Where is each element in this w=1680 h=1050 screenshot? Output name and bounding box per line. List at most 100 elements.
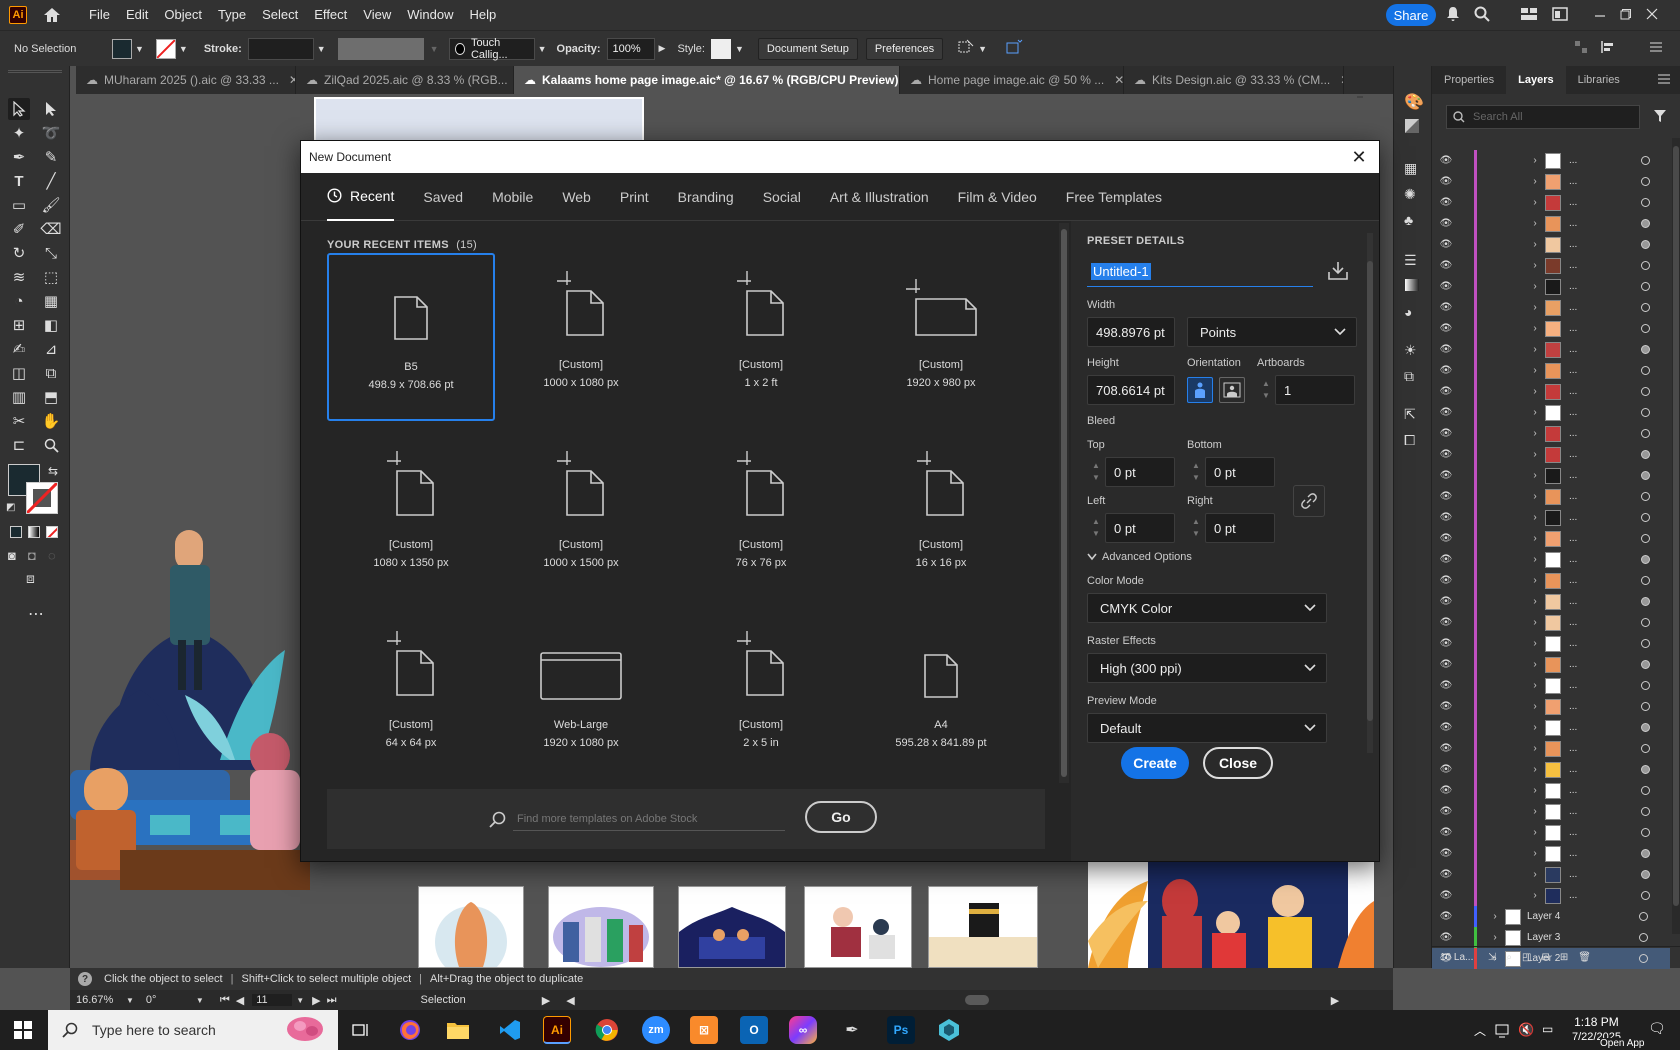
stroke-color-box[interactable]: [26, 482, 58, 514]
target-circle-icon[interactable]: [1641, 366, 1650, 375]
expand-arrow-icon[interactable]: ›: [1525, 428, 1545, 439]
document-tab[interactable]: ☁ ZilQad 2025.aic @ 8.33 % (RGB...✕: [296, 66, 514, 94]
rectangle-tool-icon[interactable]: ▭: [8, 194, 30, 216]
scrollbar-thumb[interactable]: [1061, 229, 1067, 777]
sublayer-row[interactable]: 👁 ›...: [1432, 318, 1670, 339]
draw-inside-icon[interactable]: ◌: [48, 548, 56, 563]
color-mode-icon[interactable]: [10, 526, 22, 538]
target-circle-icon[interactable]: [1639, 933, 1648, 942]
workspace-icon[interactable]: [1552, 6, 1568, 24]
free-transform-tool-icon[interactable]: ⬚: [40, 266, 62, 288]
variable-width-profile[interactable]: [337, 37, 424, 60]
sublayer-row[interactable]: 👁 ›...: [1432, 801, 1670, 822]
expand-arrow-icon[interactable]: ›: [1485, 911, 1505, 922]
chevron-down-icon[interactable]: ▼: [978, 44, 987, 54]
expand-arrow-icon[interactable]: ›: [1525, 617, 1545, 628]
minimize-icon[interactable]: [1594, 8, 1606, 23]
visibility-eye-icon[interactable]: 👁: [1432, 743, 1460, 754]
recent-preset-item[interactable]: [Custom] 64 x 64 px: [327, 613, 495, 781]
recent-preset-item[interactable]: Web-Large 1920 x 1080 px: [497, 613, 665, 781]
creative-cloud-icon[interactable]: ∞: [789, 1016, 817, 1044]
visibility-eye-icon[interactable]: 👁: [1432, 365, 1460, 376]
vpn-app-icon[interactable]: [935, 1016, 963, 1044]
expand-arrow-icon[interactable]: ›: [1525, 281, 1545, 292]
layer-name[interactable]: ...: [1569, 470, 1615, 481]
visibility-eye-icon[interactable]: 👁: [1432, 323, 1460, 334]
sublayer-row[interactable]: 👁 ›...: [1432, 507, 1670, 528]
visibility-eye-icon[interactable]: 👁: [1432, 281, 1460, 292]
new-sublayer-icon[interactable]: ⊟: [1541, 952, 1549, 963]
next-artboard-icon[interactable]: ▶: [312, 994, 320, 1007]
template-search-input[interactable]: Find more templates on Adobe Stock: [513, 807, 785, 831]
target-circle-icon[interactable]: [1641, 303, 1650, 312]
expand-arrow-icon[interactable]: ›: [1525, 386, 1545, 397]
tray-chevron-icon[interactable]: ︿: [1474, 1022, 1486, 1039]
tab-social[interactable]: Social: [763, 173, 801, 221]
bleed-bottom-input[interactable]: 0 pt: [1205, 457, 1275, 487]
sublayer-row[interactable]: 👁 ›...: [1432, 738, 1670, 759]
sublayer-row[interactable]: 👁 ›...: [1432, 549, 1670, 570]
expand-arrow-icon[interactable]: ›: [1525, 764, 1545, 775]
target-circle-icon[interactable]: [1641, 471, 1650, 480]
width-tool-icon[interactable]: ≋: [8, 266, 30, 288]
locate-object-icon[interactable]: ⌕: [1506, 952, 1512, 963]
visibility-eye-icon[interactable]: 👁: [1432, 386, 1460, 397]
layer-name[interactable]: ...: [1569, 512, 1615, 523]
layer-name[interactable]: ...: [1569, 428, 1615, 439]
sublayer-row[interactable]: 👁 ›...: [1432, 402, 1670, 423]
expand-arrow-icon[interactable]: ›: [1525, 806, 1545, 817]
slice-tool-icon[interactable]: ✂: [8, 410, 30, 432]
mesh-tool-icon[interactable]: ⊞: [8, 314, 30, 336]
tab-recent[interactable]: Recent: [327, 173, 395, 221]
units-select[interactable]: Points: [1187, 317, 1357, 347]
preferences-button[interactable]: Preferences: [865, 37, 944, 60]
share-button[interactable]: Share: [1386, 4, 1436, 26]
graphic-styles-icon[interactable]: ⧉: [1404, 368, 1414, 385]
color-mode-select[interactable]: CMYK Color: [1087, 593, 1327, 623]
layer-name[interactable]: ...: [1569, 638, 1615, 649]
layer-name[interactable]: ...: [1569, 554, 1615, 565]
layer-name[interactable]: ...: [1569, 197, 1615, 208]
visibility-eye-icon[interactable]: 👁: [1432, 722, 1460, 733]
sublayer-row[interactable]: 👁 ›...: [1432, 633, 1670, 654]
target-circle-icon[interactable]: [1641, 429, 1650, 438]
recent-preset-item[interactable]: [Custom] 1000 x 1080 px: [497, 253, 665, 421]
expand-arrow-icon[interactable]: ›: [1525, 827, 1545, 838]
panel-menu-icon[interactable]: [1650, 42, 1662, 55]
layer-name[interactable]: ...: [1569, 848, 1615, 859]
menu-effect[interactable]: Effect: [306, 0, 355, 30]
chevron-down-icon[interactable]: ▼: [430, 44, 439, 54]
target-circle-icon[interactable]: [1641, 156, 1650, 165]
tab-properties[interactable]: Properties: [1432, 66, 1506, 94]
zoom-level[interactable]: 16.67%: [76, 994, 126, 1006]
expand-arrow-icon[interactable]: ›: [1525, 596, 1545, 607]
target-circle-icon[interactable]: [1639, 912, 1648, 921]
gradient-panel-icon[interactable]: [1404, 278, 1420, 295]
recent-preset-item[interactable]: [Custom] 76 x 76 px: [677, 433, 845, 601]
sublayer-row[interactable]: 👁 ›...: [1432, 150, 1670, 171]
expand-arrow-icon[interactable]: ›: [1525, 680, 1545, 691]
rotate-tool-icon[interactable]: ↻: [8, 242, 30, 264]
sublayer-row[interactable]: 👁 ›...: [1432, 864, 1670, 885]
expand-arrow-icon[interactable]: ›: [1525, 302, 1545, 313]
recent-preset-item[interactable]: [Custom] 1 x 2 ft: [677, 253, 845, 421]
bleed-top-input[interactable]: 0 pt: [1105, 457, 1175, 487]
close-icon[interactable]: ✕: [1347, 145, 1371, 169]
landscape-orientation-button[interactable]: [1219, 377, 1245, 403]
scale-tool-icon[interactable]: ⤡: [40, 242, 62, 264]
column-graph-tool-icon[interactable]: ▥: [8, 386, 30, 408]
tab-mobile[interactable]: Mobile: [492, 173, 533, 221]
sublayer-row[interactable]: 👁 ›...: [1432, 171, 1670, 192]
layer-name[interactable]: ...: [1569, 764, 1615, 775]
distribute-icon[interactable]: [1600, 40, 1616, 57]
file-explorer-icon[interactable]: [444, 1016, 472, 1044]
close-tab-icon[interactable]: ✕: [289, 73, 295, 87]
layer-row[interactable]: 👁 › Layer 4: [1432, 906, 1670, 927]
menu-view[interactable]: View: [355, 0, 399, 30]
lasso-tool-icon[interactable]: ➰: [40, 122, 62, 144]
tab-free-templates[interactable]: Free Templates: [1066, 173, 1162, 221]
sublayer-row[interactable]: 👁 ›...: [1432, 612, 1670, 633]
scrollbar-thumb[interactable]: [1673, 146, 1679, 906]
visibility-eye-icon[interactable]: 👁: [1432, 680, 1460, 691]
visibility-eye-icon[interactable]: 👁: [1432, 827, 1460, 838]
